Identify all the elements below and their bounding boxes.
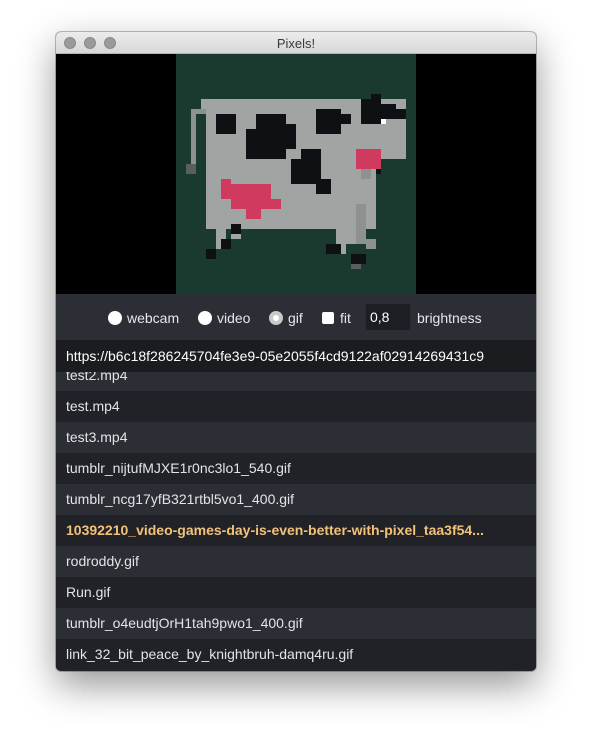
brightness-input[interactable]	[366, 304, 410, 330]
file-list-item[interactable]: test2.mp4	[56, 372, 536, 391]
file-list-item[interactable]: rodroddy.gif	[56, 546, 536, 577]
window-title: Pixels!	[276, 36, 316, 51]
fit-checkbox[interactable]	[322, 312, 334, 324]
file-list-item[interactable]: link_32_bit_peace_by_knightbruh-damq4ru.…	[56, 639, 536, 670]
webcam-radio-label[interactable]: webcam	[127, 310, 179, 326]
file-list-item[interactable]: tumblr_ncg17yfB321rtbl5vo1_400.gif	[56, 484, 536, 515]
video-radio[interactable]	[198, 311, 212, 325]
file-list-item[interactable]: test.mp4	[56, 391, 536, 422]
video-preview	[56, 54, 536, 294]
fit-checkbox-label[interactable]: fit	[340, 310, 351, 326]
app-window: Pixels! webcam video gif fit 0,8 brightn…	[56, 32, 536, 671]
url-input[interactable]	[56, 340, 536, 372]
file-list-item[interactable]: test3.mp4	[56, 422, 536, 453]
cow-pixel-image	[186, 94, 406, 269]
gif-radio-label[interactable]: gif	[288, 310, 303, 326]
file-list[interactable]: test2.mp4 test.mp4 test3.mp4 tumblr_nijt…	[56, 372, 536, 671]
pixelated-gif-frame	[176, 54, 416, 294]
webcam-radio[interactable]	[108, 311, 122, 325]
controls-bar: webcam video gif fit brightness	[56, 294, 536, 340]
file-list-item-active[interactable]: 10392210_video-games-day-is-even-better-…	[56, 515, 536, 546]
gif-radio[interactable]	[269, 311, 283, 325]
brightness-label: brightness	[417, 310, 482, 326]
title-bar: Pixels!	[56, 32, 536, 54]
file-list-item[interactable]: tumblr_nijtufMJXE1r0nc3lo1_540.gif	[56, 453, 536, 484]
file-list-item[interactable]: tumblr_o4eudtjOrH1tah9pwo1_400.gif	[56, 608, 536, 639]
file-list-item[interactable]: Run.gif	[56, 577, 536, 608]
video-radio-label[interactable]: video	[217, 310, 250, 326]
